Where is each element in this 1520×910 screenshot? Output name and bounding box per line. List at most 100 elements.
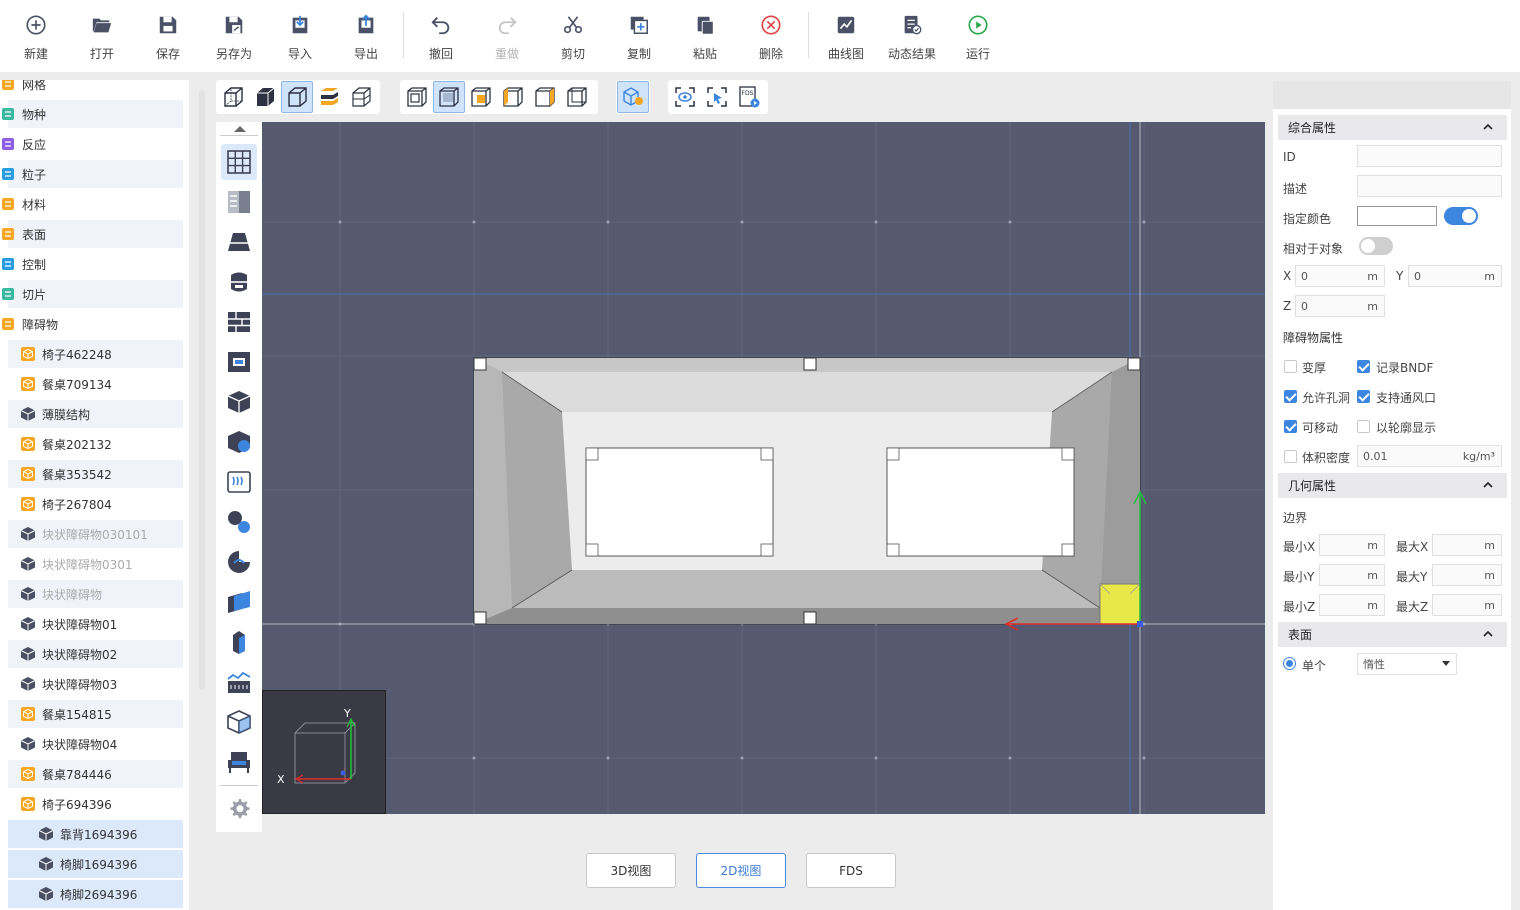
y-field[interactable]: 0m bbox=[1408, 265, 1502, 287]
tree-object-item[interactable]: 块状障碍物 bbox=[8, 580, 183, 608]
smart-cube-icon[interactable] bbox=[617, 81, 649, 113]
toolbar-button-undo[interactable]: 撤回 bbox=[408, 0, 474, 64]
tree-object-item[interactable]: 椅子694396 bbox=[8, 790, 183, 818]
tree-object-item[interactable]: 块状障碍物0301 bbox=[8, 550, 183, 578]
max-x-field[interactable]: m bbox=[1432, 534, 1502, 556]
tab-fds[interactable]: FDS bbox=[806, 853, 896, 888]
vent-tool-icon[interactable] bbox=[221, 264, 257, 300]
tree-scrollbar[interactable] bbox=[199, 90, 205, 690]
focus-eye-icon[interactable] bbox=[669, 81, 701, 113]
left-view-icon[interactable] bbox=[497, 81, 529, 113]
toolbar-button-dynamic-result[interactable]: 动态结果 bbox=[879, 0, 945, 64]
tree-object-item[interactable]: 餐桌709134 bbox=[8, 370, 183, 398]
tree-object-item[interactable]: 椅子462248 bbox=[8, 340, 183, 368]
toolbar-button-copy[interactable]: 复制 bbox=[606, 0, 672, 64]
toolbar-button-scissors[interactable]: 剪切 bbox=[540, 0, 606, 64]
tree-object-item[interactable]: 餐桌353542 bbox=[8, 460, 183, 488]
relative-toggle[interactable] bbox=[1359, 237, 1393, 255]
bulk-density-field[interactable]: 0.01 kg/m³ bbox=[1357, 445, 1502, 467]
tree-object-item[interactable]: 餐桌154815 bbox=[8, 700, 183, 728]
tree-object-item[interactable]: 椅子267804 bbox=[8, 490, 183, 518]
tree-object-item[interactable]: 餐桌202132 bbox=[8, 430, 183, 458]
select-pointer-icon[interactable] bbox=[701, 81, 733, 113]
surface-section-header[interactable]: 表面 bbox=[1278, 622, 1507, 647]
geometry-section-header[interactable]: 几何属性 bbox=[1278, 473, 1507, 498]
fds-preview-icon[interactable]: FDS bbox=[733, 81, 765, 113]
plane-tool-icon[interactable] bbox=[221, 584, 257, 620]
max-z-field[interactable]: m bbox=[1432, 594, 1502, 616]
thicken-checkbox[interactable] bbox=[1284, 360, 1297, 373]
front-view-icon[interactable] bbox=[401, 81, 433, 113]
vent-checkbox[interactable] bbox=[1357, 390, 1370, 403]
transparent-block-tool-icon[interactable] bbox=[221, 704, 257, 740]
tree-category-item[interactable]: 切片 bbox=[2, 280, 183, 308]
tree-object-item[interactable]: 靠背1694396 bbox=[8, 820, 183, 848]
min-x-field[interactable]: m bbox=[1319, 534, 1385, 556]
tree-category-item[interactable]: 网格 bbox=[2, 80, 183, 98]
panel-tool-icon[interactable] bbox=[221, 184, 257, 220]
bulk-density-checkbox[interactable] bbox=[1284, 450, 1297, 463]
tree-object-item[interactable]: 椅脚2694396 bbox=[8, 880, 183, 908]
min-z-field[interactable]: m bbox=[1319, 594, 1385, 616]
canvas-viewport[interactable] bbox=[262, 122, 1265, 814]
toolbar-button-import[interactable]: 导入 bbox=[267, 0, 333, 64]
door-window-tool-icon[interactable] bbox=[221, 344, 257, 380]
settings-gear-icon[interactable] bbox=[221, 790, 257, 826]
tree-category-item[interactable]: 表面 bbox=[2, 220, 183, 248]
mesh-tool-icon[interactable] bbox=[221, 144, 257, 180]
tab-2d-view[interactable]: 2D视图 bbox=[696, 853, 786, 888]
toolbar-button-delete-circle[interactable]: 删除 bbox=[738, 0, 804, 64]
right-view-icon[interactable] bbox=[465, 81, 497, 113]
allow-hole-checkbox[interactable] bbox=[1284, 390, 1297, 403]
tree-object-item[interactable]: 薄膜结构 bbox=[8, 400, 183, 428]
toolbar-button-save[interactable]: 保存 bbox=[135, 0, 201, 64]
tree-object-item[interactable]: 块状障碍物01 bbox=[8, 610, 183, 638]
tree-object-item[interactable]: 块状障碍物04 bbox=[8, 730, 183, 758]
particle-tool-icon[interactable] bbox=[221, 504, 257, 540]
tree-object-item[interactable]: 椅脚1694396 bbox=[8, 850, 183, 878]
bottom-view-icon[interactable] bbox=[561, 81, 593, 113]
toolbar-button-export[interactable]: 导出 bbox=[333, 0, 399, 64]
back-view-icon[interactable] bbox=[529, 81, 561, 113]
movable-checkbox[interactable] bbox=[1284, 420, 1297, 433]
tree-category-item[interactable]: 材料 bbox=[2, 190, 183, 218]
tree-object-item[interactable]: 块状障碍物02 bbox=[8, 640, 183, 668]
heater-tool-icon[interactable] bbox=[221, 464, 257, 500]
tree-category-item[interactable]: 物种 bbox=[2, 100, 183, 128]
id-field[interactable] bbox=[1357, 145, 1502, 167]
x-field[interactable]: 0m bbox=[1295, 265, 1385, 287]
z-field[interactable]: 0m bbox=[1295, 295, 1385, 317]
tree-category-item[interactable]: 粒子 bbox=[2, 160, 183, 188]
tree-category-item[interactable]: 控制 bbox=[2, 250, 183, 278]
wireframe-view-icon[interactable] bbox=[217, 81, 249, 113]
surface-select[interactable]: 惰性 bbox=[1357, 653, 1457, 675]
tree-object-item[interactable]: 餐桌784446 bbox=[8, 760, 183, 788]
solid-view-icon[interactable] bbox=[249, 81, 281, 113]
toolbar-button-redo[interactable]: 重做 bbox=[474, 0, 540, 64]
color-swatch[interactable] bbox=[1357, 206, 1437, 226]
color-toggle[interactable] bbox=[1444, 207, 1478, 225]
tree-category-item[interactable]: 反应 bbox=[2, 130, 183, 158]
top-view-icon[interactable] bbox=[433, 81, 465, 113]
toolbar-button-folder-open[interactable]: 打开 bbox=[69, 0, 135, 64]
toolbar-button-run-play[interactable]: 运行 bbox=[945, 0, 1011, 64]
scroll-up-arrow-icon[interactable] bbox=[234, 126, 246, 132]
min-y-field[interactable]: m bbox=[1319, 564, 1385, 586]
outline-view-icon[interactable] bbox=[281, 81, 313, 113]
desc-field[interactable] bbox=[1357, 175, 1502, 197]
max-y-field[interactable]: m bbox=[1432, 564, 1502, 586]
sprinkler-tool-icon[interactable] bbox=[221, 544, 257, 580]
furniture-tool-icon[interactable] bbox=[221, 744, 257, 780]
general-section-header[interactable]: 综合属性 bbox=[1278, 115, 1507, 140]
tree-object-item[interactable]: 块状障碍物030101 bbox=[8, 520, 183, 548]
bndf-checkbox[interactable] bbox=[1357, 360, 1370, 373]
toolbar-button-paste[interactable]: 粘贴 bbox=[672, 0, 738, 64]
outline-checkbox[interactable] bbox=[1357, 420, 1370, 433]
slab-tool-icon[interactable] bbox=[221, 224, 257, 260]
tree-object-item[interactable]: 块状障碍物03 bbox=[8, 670, 183, 698]
layered-view-icon[interactable] bbox=[313, 81, 345, 113]
tab-3d-view[interactable]: 3D视图 bbox=[586, 853, 676, 888]
terrain-tool-icon[interactable] bbox=[221, 664, 257, 700]
wall-tool-icon[interactable] bbox=[221, 304, 257, 340]
toolbar-button-save-as[interactable]: 另存为 bbox=[201, 0, 267, 64]
